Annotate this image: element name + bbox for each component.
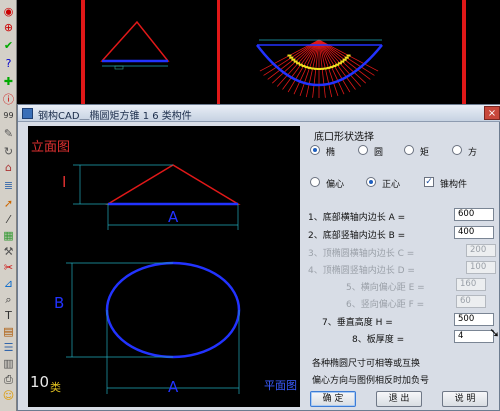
field-d-input[interactable]: 100 <box>466 261 496 274</box>
elevation-label: 立面图 <box>31 140 71 155</box>
arrow-icon[interactable]: ➚ <box>1 196 16 211</box>
dim-i-label: I <box>62 173 67 191</box>
note-swap: 各种椭圆尺寸可相等或互换 <box>312 359 421 369</box>
dialog-title: 钢构CAD＿椭圆矩方锥 1 6 类构件 <box>38 111 192 122</box>
info-icon[interactable]: ⓘ <box>1 92 16 107</box>
number-icon[interactable]: 99 <box>1 108 16 123</box>
fan-mark <box>291 58 296 61</box>
field-thickness-input[interactable]: 4 <box>454 330 494 343</box>
plus-icon[interactable]: ✚ <box>1 74 16 89</box>
radio-ellipse-label: 椭 <box>326 148 336 158</box>
radio-eccentric-label: 偏心 <box>326 180 345 190</box>
field-c-label: 3、顶椭圆横轴内边长 C = <box>308 249 415 259</box>
red-rail-right <box>462 0 466 104</box>
cone-checkbox-label: 锥构件 <box>440 180 468 190</box>
fan-mark <box>346 54 351 57</box>
block-icon[interactable]: ▤ <box>1 324 16 339</box>
left-toolbar: ◉ ⊕ ✔ ? ✚ ⓘ 99 ✎ ↻ ⌂ ≣ ➚ ⁄ ▦ ⚒ ✂ ⊿ ⌕ T ▤… <box>0 0 17 411</box>
checkmark-icon[interactable]: ✔ <box>1 38 16 53</box>
fan-mark <box>342 58 347 61</box>
help-icon[interactable]: ? <box>1 56 16 71</box>
field-f-label: 6、竖向偏心距 F = <box>346 300 425 310</box>
close-button[interactable]: × <box>484 106 500 120</box>
type-number: 10 <box>30 373 50 391</box>
fan-outer-arc <box>256 44 383 87</box>
radio-square[interactable] <box>452 145 462 155</box>
dialog-window: 钢构CAD＿椭圆矩方锥 1 6 类构件 × 立面图 I A B A 10 类 平… <box>17 104 500 411</box>
field-thickness-label: 8、板厚度 = <box>352 335 405 345</box>
list-icon[interactable]: ☰ <box>1 340 16 355</box>
rotate-icon[interactable]: ↻ <box>1 144 16 159</box>
text-icon[interactable]: T <box>1 308 16 323</box>
radio-circle-label: 圆 <box>374 148 384 158</box>
cone-checkbox[interactable]: ✓ <box>424 177 434 187</box>
field-e-label: 5、横向偏心距 E = <box>346 283 425 293</box>
cad-top-drawing <box>81 0 466 104</box>
wrench-icon[interactable]: ⚒ <box>1 244 16 259</box>
dim-mark-top <box>114 65 124 70</box>
field-a-label: 1、底部横轴内边长 A = <box>308 213 406 223</box>
dim-a-bottom-label: A <box>168 378 179 396</box>
field-f-input[interactable]: 60 <box>456 295 486 308</box>
shape-heading: 底口形状选择 <box>314 132 374 143</box>
plan-label: 平面图 <box>264 379 297 392</box>
dim-b-label: B <box>54 294 65 312</box>
radio-concentric[interactable] <box>366 177 376 187</box>
line-icon[interactable]: ⁄ <box>1 212 16 227</box>
parameter-form: 底口形状选择 椭 圆 矩 方 偏心 正心 ✓ 锥构件 1、底部横轴内边长 A =… <box>306 125 500 410</box>
mouse-cursor-icon: ➘ <box>489 326 500 341</box>
app-icon <box>22 108 33 119</box>
type-suffix: 类 <box>50 381 61 394</box>
field-c-input[interactable]: 200 <box>466 244 496 257</box>
ruler-icon[interactable]: ⊿ <box>1 276 16 291</box>
table-icon[interactable]: ▥ <box>1 356 16 371</box>
field-b-label: 2、底部竖轴内边长 B = <box>308 231 406 241</box>
pencil-icon[interactable]: ✎ <box>1 126 16 141</box>
elevation-triangle <box>105 164 241 205</box>
field-b-input[interactable]: 400 <box>454 226 494 239</box>
help-button[interactable]: 说 明 <box>442 391 488 407</box>
fan-mark <box>289 56 294 59</box>
red-rail-left <box>81 0 85 104</box>
application-window: ◉ ⊕ ✔ ? ✚ ⓘ 99 ✎ ↻ ⌂ ≣ ➚ ⁄ ▦ ⚒ ✂ ⊿ ⌕ T ▤… <box>0 0 500 411</box>
radio-square-label: 方 <box>468 148 478 158</box>
preview-panel: 立面图 I A B A 10 类 平面图 <box>28 126 300 407</box>
smile-icon[interactable]: ☺ <box>1 388 16 403</box>
fan-mark <box>287 54 292 57</box>
stamp-icon[interactable]: ⌂ <box>1 160 16 175</box>
radio-rect-label: 矩 <box>420 148 430 158</box>
grid-icon[interactable]: ▦ <box>1 228 16 243</box>
dot-icon[interactable]: ◉ <box>1 4 16 19</box>
plan-ellipse <box>105 261 241 359</box>
exit-button[interactable]: 退 出 <box>376 391 422 407</box>
cad-drawing-area[interactable] <box>17 0 500 104</box>
field-e-input[interactable]: 160 <box>456 278 486 291</box>
note-sign: 偏心方向与图例相反时加负号 <box>312 376 430 386</box>
radio-rect[interactable] <box>404 145 414 155</box>
field-d-label: 4、顶椭圆竖轴内边长 D = <box>308 266 415 276</box>
field-h-label: 7、垂直高度 H = <box>322 318 393 328</box>
field-h-input[interactable]: 500 <box>454 313 494 326</box>
preview-drawing <box>66 164 241 394</box>
print-icon[interactable]: ⎙ <box>1 372 16 387</box>
radio-circle[interactable] <box>358 145 368 155</box>
dim-a-top-label: A <box>168 208 179 226</box>
magnify-icon[interactable]: ⌕ <box>1 292 16 307</box>
radio-eccentric[interactable] <box>310 177 320 187</box>
field-a-input[interactable]: 600 <box>454 208 494 221</box>
fan-mark <box>293 60 298 63</box>
measure-icon[interactable]: ✂ <box>1 260 16 275</box>
circle-icon[interactable]: ⊕ <box>1 20 16 35</box>
layers-icon[interactable]: ≣ <box>1 178 16 193</box>
fan-mark <box>344 56 349 59</box>
red-rail-mid <box>217 0 220 104</box>
ok-button[interactable]: 确 定 <box>310 391 356 407</box>
cone-triangle-top <box>100 20 170 62</box>
radio-concentric-label: 正心 <box>382 180 401 190</box>
dialog-titlebar[interactable]: 钢构CAD＿椭圆矩方锥 1 6 类构件 × <box>18 105 500 122</box>
radio-ellipse[interactable] <box>310 145 320 155</box>
